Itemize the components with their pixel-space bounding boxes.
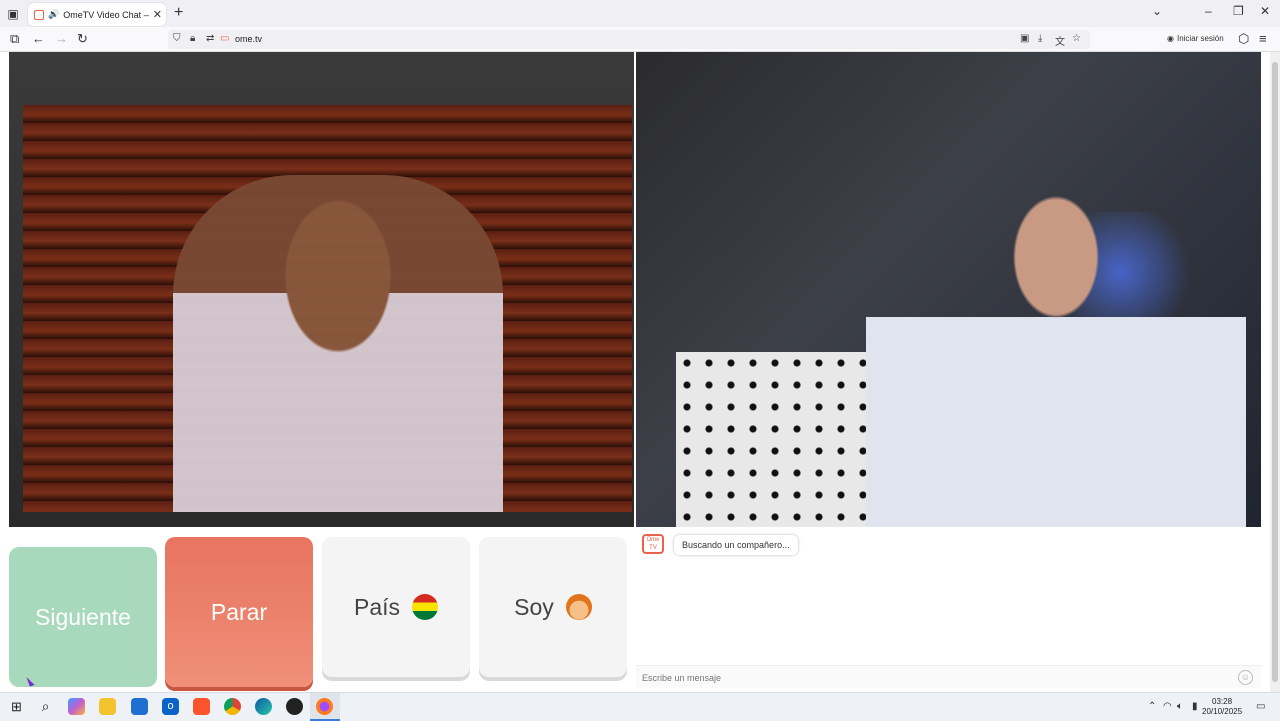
tab-title: OmeTV Video Chat — Ome: [63, 9, 149, 20]
picture-in-picture-icon[interactable]: ▣: [1020, 33, 1029, 44]
menu-icon[interactable]: ≡: [1259, 31, 1267, 46]
gender-button-label: Soy: [514, 593, 554, 620]
signin-button[interactable]: ◉ Iniciar sesión: [1167, 34, 1224, 43]
navigation-bar: ⧉ ← → ↻ ⛉ 🔒︎ ⇄ ▭ ome.tv ▣ ⤓ 文 ☆ ◉ Inicia…: [0, 27, 1280, 52]
next-button[interactable]: Siguiente: [9, 547, 157, 687]
account-icon: ◉: [1167, 34, 1174, 43]
tab-ometv[interactable]: 🔊 OmeTV Video Chat — Ome ✕: [28, 3, 166, 26]
store-icon[interactable]: [131, 698, 148, 715]
gender-button[interactable]: Soy: [479, 537, 627, 677]
shield-icon[interactable]: ⛉: [173, 33, 181, 44]
ometv-favicon-icon: [34, 9, 44, 20]
notifications-icon[interactable]: ▭: [1256, 701, 1265, 712]
tab-list-icon[interactable]: ▣: [4, 5, 22, 23]
restore-icon[interactable]: ❐: [1233, 4, 1244, 18]
minimize-icon[interactable]: –: [1205, 4, 1212, 18]
extensions-icon[interactable]: ⬡: [1238, 31, 1249, 47]
obs-icon[interactable]: [286, 698, 303, 715]
boy-emoji-icon: [565, 594, 592, 620]
page-scrollbar[interactable]: [1270, 52, 1280, 692]
status-message: Buscando un compañero...: [674, 535, 798, 555]
search-icon[interactable]: ⌕: [37, 698, 54, 715]
forward-icon[interactable]: →: [55, 31, 68, 46]
bookmark-star-icon[interactable]: ☆: [1072, 33, 1081, 44]
battery-icon[interactable]: ▮: [1192, 701, 1198, 712]
file-explorer-icon[interactable]: [99, 698, 116, 715]
self-person-image: [866, 152, 1246, 527]
clock[interactable]: 03:28 20/10/2025: [1202, 697, 1242, 717]
partner-person-image: [173, 175, 503, 512]
speaker-icon[interactable]: 🔊: [48, 9, 59, 20]
scrollbar-thumb[interactable]: [1272, 62, 1278, 682]
tab-strip: ▣ 🔊 OmeTV Video Chat — Ome ✕ + ⌄ – ❐ ✕: [0, 0, 1280, 27]
back-icon[interactable]: ←: [32, 31, 45, 46]
volume-icon[interactable]: 🔈︎: [1177, 701, 1183, 712]
chrome-icon[interactable]: [224, 698, 241, 715]
chat-panel: Ome TV Buscando un compañero... ☺: [636, 528, 1261, 688]
address-bar[interactable]: ⛉ 🔒︎ ⇄ ▭ ome.tv ▣ ⤓ 文 ☆: [168, 30, 1090, 49]
sidebar-icon[interactable]: ⧉: [10, 31, 19, 47]
clock-time: 03:28: [1212, 697, 1233, 706]
message-input[interactable]: [642, 670, 1232, 685]
signin-label: Iniciar sesión: [1176, 34, 1224, 43]
self-video: [636, 52, 1261, 527]
taskbar: ⊞ ⌕ o ⌃ ◠ 🔈︎ ▮ 03:28 20/10/2025 ▭: [0, 692, 1280, 721]
chevron-up-icon[interactable]: ⌃: [1148, 701, 1156, 712]
close-window-icon[interactable]: ✕: [1260, 4, 1270, 18]
partner-video-feed: [23, 105, 632, 512]
firefox-icon[interactable]: [316, 698, 333, 715]
country-button-label: País: [353, 593, 401, 620]
country-button[interactable]: País: [322, 537, 470, 677]
lock-icon[interactable]: 🔒︎: [190, 33, 195, 44]
camera-icon[interactable]: ▭: [220, 33, 229, 44]
new-tab-icon[interactable]: +: [174, 4, 183, 22]
copilot-icon[interactable]: [68, 698, 85, 715]
partner-video: [9, 52, 634, 527]
ometv-logo: Ome TV: [642, 534, 664, 554]
ometv-page: Siguiente Parar País Soy Ome TV Buscando…: [0, 52, 1270, 692]
chat-input-bar: ☺: [636, 665, 1261, 688]
permissions-icon[interactable]: ⇄: [206, 33, 214, 44]
brave-icon[interactable]: [193, 698, 210, 715]
stop-button-label: Parar: [210, 598, 268, 625]
wifi-icon[interactable]: ◠: [1163, 701, 1172, 712]
next-button-label: Siguiente: [35, 603, 131, 630]
save-page-icon[interactable]: ⤓: [1038, 33, 1042, 44]
emoji-icon[interactable]: ☺: [1238, 670, 1253, 685]
close-tab-icon[interactable]: ✕: [153, 8, 162, 21]
edge-icon[interactable]: [255, 698, 272, 715]
outlook-icon[interactable]: o: [162, 698, 179, 715]
clock-date: 20/10/2025: [1202, 707, 1243, 716]
reload-icon[interactable]: ↻: [77, 31, 88, 47]
translate-icon[interactable]: 文: [1055, 33, 1065, 48]
windows-start-icon[interactable]: ⊞: [8, 698, 25, 715]
stop-button[interactable]: Parar: [165, 537, 313, 687]
url-text[interactable]: ome.tv: [235, 34, 262, 44]
bolivia-flag-icon: [412, 594, 439, 620]
chevron-down-icon[interactable]: ⌄: [1152, 4, 1162, 18]
